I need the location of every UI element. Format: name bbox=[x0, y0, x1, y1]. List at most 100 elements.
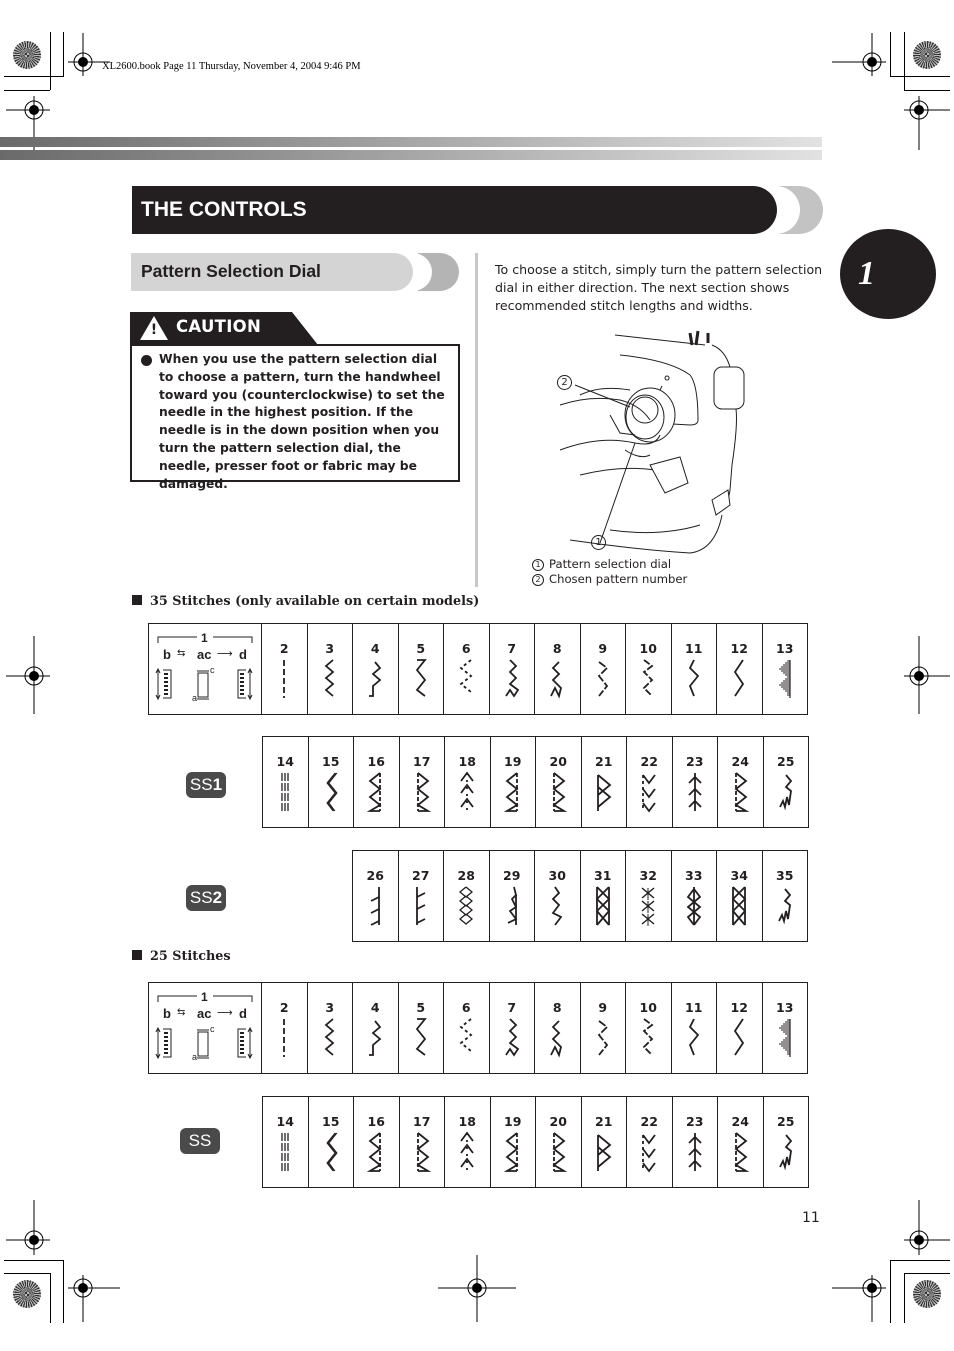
stitch-cell: 18 bbox=[444, 1096, 491, 1188]
stitch-number: 21 bbox=[595, 1114, 613, 1129]
stitch-cell: 25 bbox=[762, 736, 809, 828]
stitch-cell: 15 bbox=[307, 1096, 354, 1188]
stitch-cell: 17 bbox=[398, 736, 445, 828]
stitch-cell: 22 bbox=[626, 1096, 673, 1188]
subsection-title-bar: Pattern Selection Dial bbox=[131, 253, 413, 291]
stitch-cell: 24 bbox=[717, 736, 764, 828]
right-arrow-icon: ⟶ bbox=[217, 647, 233, 660]
stitch-pattern-icon bbox=[283, 1019, 286, 1057]
stitch-pattern-icon bbox=[326, 1132, 338, 1172]
square-bullet-icon bbox=[132, 595, 142, 605]
stitch-pattern-icon bbox=[552, 772, 568, 812]
stitch-number: 7 bbox=[507, 641, 517, 656]
column-divider bbox=[475, 253, 478, 587]
stitch-number: 1 bbox=[201, 631, 208, 645]
stitch-cell: 29 bbox=[488, 850, 535, 942]
stitch-pattern-icon bbox=[369, 1020, 382, 1056]
position-sub-a: a bbox=[192, 693, 198, 703]
stitch-pattern-icon bbox=[734, 659, 745, 697]
stitch-pattern-icon bbox=[597, 661, 609, 697]
stitch-number: 12 bbox=[730, 1000, 748, 1015]
stitch-cell: 33 bbox=[670, 850, 717, 942]
stitch-cell: 9 bbox=[579, 623, 626, 715]
stitch-pattern-icon bbox=[416, 1132, 431, 1172]
stitch-cell: 11 bbox=[670, 982, 717, 1074]
header-band-top bbox=[0, 137, 822, 147]
print-header-info: XL2600.book Page 11 Thursday, November 4… bbox=[102, 61, 361, 72]
stitch-cell-straight-positions: 1 b ⇆ ac ⟶ d a c bbox=[148, 623, 262, 715]
stitch-pattern-icon bbox=[324, 1018, 335, 1056]
position-label-d: d bbox=[239, 1006, 247, 1021]
stitch-cell: 6 bbox=[443, 982, 490, 1074]
stitch-cell: 8 bbox=[534, 982, 581, 1074]
stitch-number: 35 bbox=[776, 868, 794, 883]
stitch-number: 15 bbox=[322, 1114, 340, 1129]
legend-item: 2 Chosen pattern number bbox=[532, 572, 687, 587]
registration-mark-icon bbox=[904, 636, 950, 714]
stitch-number: 8 bbox=[552, 1000, 562, 1015]
stitch-pattern-icon bbox=[503, 772, 519, 812]
stitch-pattern-icon bbox=[734, 1018, 745, 1056]
stitch-number: 25 bbox=[777, 754, 795, 769]
stitch-cell: 16 bbox=[353, 1096, 400, 1188]
stitch-cell: 5 bbox=[397, 623, 444, 715]
legend-item: 1 Pattern selection dial bbox=[532, 557, 687, 572]
stitch-number: 6 bbox=[461, 641, 471, 656]
stitch-pattern-icon bbox=[326, 772, 338, 812]
stitch-number: 26 bbox=[366, 868, 384, 883]
stitch-pattern-icon bbox=[459, 659, 473, 693]
stitch-number: 22 bbox=[640, 754, 658, 769]
stitch-number: 8 bbox=[552, 641, 562, 656]
stitch-pattern-icon bbox=[778, 774, 792, 811]
stitch-pattern-icon bbox=[642, 774, 656, 813]
stitch-cell: 3 bbox=[306, 982, 353, 1074]
stitch-pattern-icon bbox=[777, 888, 791, 925]
stitch-cell: 13 bbox=[761, 623, 808, 715]
stitch-pattern-icon bbox=[596, 1134, 612, 1171]
stitch-pattern-icon bbox=[778, 1019, 791, 1057]
position-sub-c: c bbox=[210, 1024, 215, 1034]
stitch-pattern-icon bbox=[551, 886, 563, 926]
stitch-pattern-icon bbox=[642, 659, 654, 697]
position-label-b: b bbox=[163, 1006, 171, 1021]
stitch-cell: 12 bbox=[716, 982, 763, 1074]
stitch-number: 9 bbox=[598, 1000, 608, 1015]
stitch-pattern-icon bbox=[367, 772, 382, 812]
stitch-number: 16 bbox=[367, 1114, 385, 1129]
stitch-pattern-icon bbox=[415, 887, 426, 925]
registration-mark-icon bbox=[904, 96, 950, 150]
stitch-cell: 24 bbox=[717, 1096, 764, 1188]
stitch-cell: 9 bbox=[579, 982, 626, 1074]
stitch-cell: 7 bbox=[488, 623, 535, 715]
stitch-cell: 17 bbox=[398, 1096, 445, 1188]
stitch-pattern-icon bbox=[460, 1131, 474, 1171]
stitch-pattern-icon bbox=[505, 659, 519, 698]
stitch-number: 30 bbox=[548, 868, 566, 883]
stitch-number: 14 bbox=[276, 1114, 294, 1129]
square-bullet-icon bbox=[132, 950, 142, 960]
position-label-ac: ac bbox=[197, 647, 212, 662]
stitch-pattern-icon bbox=[550, 661, 563, 699]
stitch-cell: 18 bbox=[444, 736, 491, 828]
stitch-number: 22 bbox=[640, 1114, 658, 1129]
stitch-pattern-icon bbox=[552, 1132, 568, 1172]
stitch-table-row: 1 b ⇆ ac ⟶ d a c 2 3 4 5 6 7 8 9 10 11 12 13 bbox=[148, 982, 808, 1074]
stitch-pattern-icon bbox=[778, 660, 791, 698]
stitch-pattern-icon bbox=[642, 1134, 656, 1173]
stitch-cell: 23 bbox=[671, 1096, 718, 1188]
position-label-b: b bbox=[163, 647, 171, 662]
stitch-number: 1 bbox=[201, 990, 208, 1004]
section-title: THE CONTROLS bbox=[141, 198, 307, 221]
stitch-number: 34 bbox=[730, 868, 748, 883]
stitch-cell: 35 bbox=[761, 850, 808, 942]
position-label-ac: ac bbox=[197, 1006, 212, 1021]
stitch-cell: 13 bbox=[761, 982, 808, 1074]
stitch-number: 20 bbox=[549, 1114, 567, 1129]
stitch-cell: 8 bbox=[534, 623, 581, 715]
section-heading-25-stitches: 25 Stitches bbox=[132, 949, 231, 964]
stitch-cell: 26 bbox=[352, 850, 399, 942]
intro-paragraph: To choose a stitch, simply turn the patt… bbox=[495, 262, 823, 313]
stitch-number: 12 bbox=[730, 641, 748, 656]
stitch-number: 2 bbox=[279, 641, 289, 656]
stitch-pattern-icon bbox=[597, 1020, 609, 1056]
